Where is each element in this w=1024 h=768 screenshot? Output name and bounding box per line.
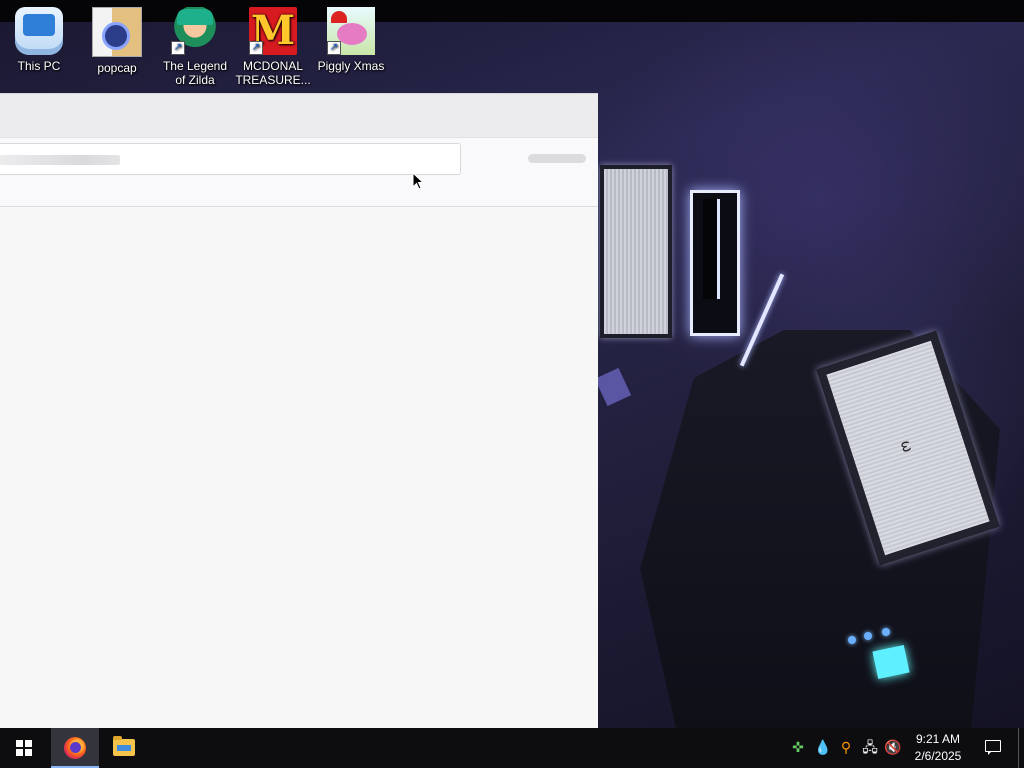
taskbar-firefox-button[interactable]	[51, 728, 99, 768]
folder-icon	[113, 736, 135, 756]
show-desktop-button[interactable]	[1018, 728, 1024, 768]
desktop-icon-label: The Legend of Zilda	[162, 59, 228, 87]
windows-logo-icon	[16, 740, 32, 756]
wallpaper-tv-screen-left	[600, 165, 672, 338]
computer-icon	[15, 7, 63, 55]
desktop-icon-piggly-xmas[interactable]: ↗ Piggly Xmas	[313, 4, 389, 73]
wallpaper-face-glyph: ω	[896, 438, 916, 455]
desktop-icon-label: MCDONAL TREASURE...	[235, 59, 311, 87]
security-icon[interactable]: ✜	[790, 740, 806, 756]
shortcut-arrow-icon: ↗	[171, 41, 185, 55]
desktop-icon-this-pc[interactable]: This PC	[1, 4, 77, 73]
wallpaper-shard	[594, 367, 632, 407]
desktop-icon-label: popcap	[97, 61, 137, 75]
shortcut-arrow-icon: ↗	[249, 41, 263, 55]
taskbar-clock[interactable]: 9:21 AM 2/6/2025	[906, 731, 970, 765]
desktop-icon-popcap[interactable]: popcap	[79, 4, 155, 75]
desktop-icon-legend-of-zilda[interactable]: ↗ The Legend of Zilda	[157, 4, 233, 87]
browser-window[interactable]	[0, 93, 598, 730]
page-content-area[interactable]	[0, 207, 598, 730]
mcdonalds-icon: M ↗	[249, 7, 297, 55]
window-title-bar[interactable]	[0, 94, 598, 138]
taskbar-file-explorer-button[interactable]	[100, 728, 148, 768]
shortcut-arrow-icon: ↗	[327, 41, 341, 55]
wallpaper-tv-screen-middle	[690, 190, 740, 336]
start-button[interactable]	[0, 728, 48, 768]
zilda-game-icon: ↗	[171, 7, 219, 55]
volume-muted-icon[interactable]: 🔇	[884, 740, 901, 756]
network-icon[interactable]: 🖧	[862, 740, 878, 756]
search-tool-icon[interactable]: ⚲	[838, 740, 854, 756]
firefox-icon	[64, 737, 86, 759]
browser-toolbar	[0, 138, 598, 207]
action-center-button[interactable]	[976, 728, 1010, 768]
clock-time: 9:21 AM	[915, 732, 961, 746]
desktop-icon-label: This PC	[17, 59, 61, 73]
desktop-icon-mcdonal-treasure[interactable]: M ↗ MCDONAL TREASURE...	[235, 4, 311, 87]
wallpaper-glow-dot	[864, 632, 872, 640]
droplet-icon[interactable]: 💧	[814, 740, 831, 756]
wallpaper-glow-dot	[848, 636, 856, 644]
address-loading-placeholder	[0, 155, 120, 165]
mouse-cursor-icon	[412, 172, 425, 190]
taskbar: ✜ 💧 ⚲ 🖧 🔇 9:21 AM 2/6/2025	[0, 728, 1024, 768]
wallpaper-glow-dot	[882, 628, 890, 636]
piggy-game-icon: ↗	[327, 7, 375, 55]
toolbar-loading-placeholder	[528, 154, 586, 163]
desktop-icon-label: Piggly Xmas	[317, 59, 385, 73]
clock-date: 2/6/2025	[914, 749, 962, 763]
popcap-folder-icon	[92, 7, 142, 57]
address-bar[interactable]	[0, 143, 461, 175]
